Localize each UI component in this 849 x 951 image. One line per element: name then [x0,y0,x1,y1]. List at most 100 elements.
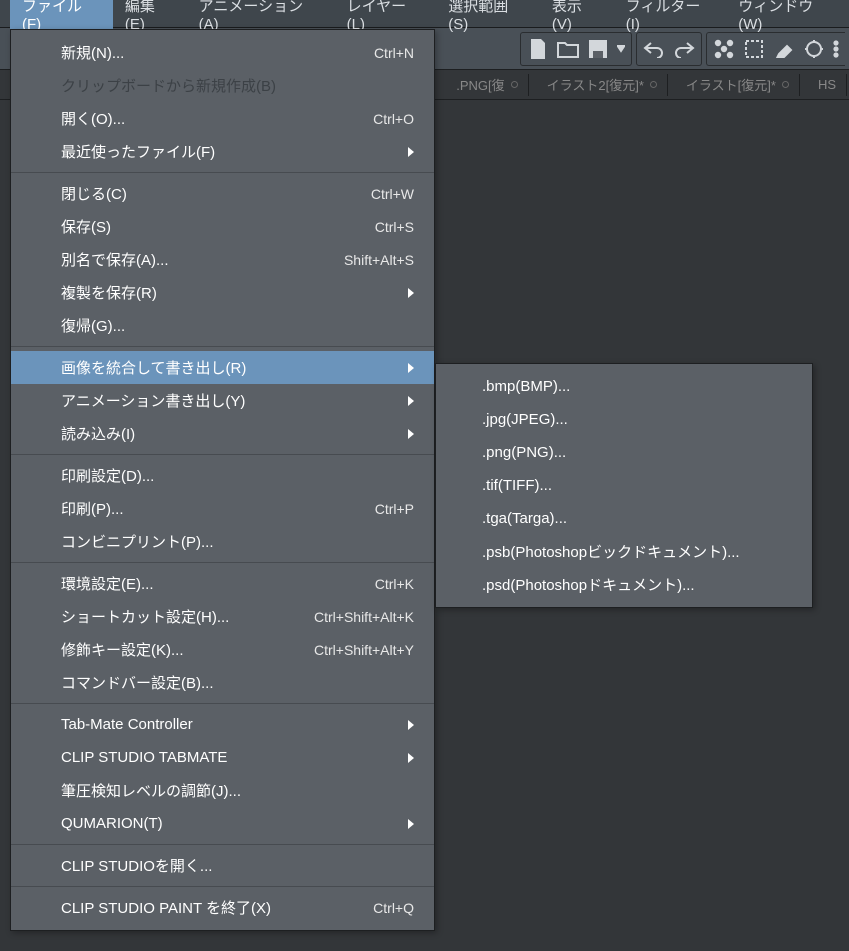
menu-item-label: 印刷設定(D)... [61,465,414,486]
menu-item[interactable]: 別名で保存(A)... Shift+Alt+S [11,243,434,276]
menu-item[interactable]: 最近使ったファイル(F) [11,135,434,168]
menu-item-label: 読み込み(I) [61,423,392,444]
menu-item[interactable]: 複製を保存(R) [11,276,434,309]
submenu-item[interactable]: .png(PNG)... [436,436,812,469]
menubar-item-6[interactable]: フィルター(I) [614,0,727,36]
menu-item-shortcut: Ctrl+W [371,186,414,202]
menu-item[interactable]: QUMARION(T) [11,807,434,840]
menu-separator [11,346,434,347]
tab-label: イラスト[復元]* [686,75,776,94]
eraser-icon[interactable] [769,34,799,64]
close-icon[interactable] [511,81,518,88]
document-tab-3[interactable]: HS [808,74,847,96]
menu-item-label: 新規(N)... [61,42,354,63]
menu-item[interactable]: コンビニプリント(P)... [11,525,434,558]
menu-separator [11,172,434,173]
menu-item[interactable]: 閉じる(C)Ctrl+W [11,177,434,210]
menu-item-shortcut: Ctrl+P [375,501,414,517]
toolbar-group-file [520,32,632,66]
menu-item[interactable]: コマンドバー設定(B)... [11,666,434,699]
menu-item[interactable]: 保存(S)Ctrl+S [11,210,434,243]
toolbar-group-ops [706,32,845,66]
menu-separator [11,886,434,887]
menu-item-label: 復帰(G)... [61,315,414,336]
menu-item-label: アニメーション書き出し(Y) [61,390,392,411]
menubar-item-4[interactable]: 選択範囲(S) [436,0,540,36]
menu-item[interactable]: 印刷設定(D)... [11,459,434,492]
menubar-item-5[interactable]: 表示(V) [540,0,614,36]
tab-label: .PNG[復 [456,75,504,94]
submenu-arrow-icon [408,720,414,730]
save-icon[interactable] [583,34,613,64]
submenu-item-label: .jpg(JPEG)... [482,411,792,428]
menu-item[interactable]: CLIP STUDIO TABMATE [11,741,434,774]
file-menu-dropdown: 新規(N)... Ctrl+N クリップボードから新規作成(B)開く(O)...Ct… [10,29,435,931]
submenu-arrow-icon [408,396,414,406]
submenu-item[interactable]: .psb(Photoshopビックドキュメント)... [436,535,812,568]
undo-icon[interactable] [639,34,669,64]
submenu-item[interactable]: .tif(TIFF)... [436,469,812,502]
menu-item[interactable]: 筆圧検知レベルの調節(J)... [11,774,434,807]
menu-item[interactable]: アニメーション書き出し(Y) [11,384,434,417]
menu-item-label: QUMARION(T) [61,815,392,832]
menu-item-label: 印刷(P)... [61,498,355,519]
menu-item[interactable]: CLIP STUDIOを開く... [11,849,434,882]
submenu-arrow-icon [408,288,414,298]
menu-item-label: 画像を統合して書き出し(R) [61,357,392,378]
open-icon[interactable] [553,34,583,64]
menu-item-label: 修飾キー設定(K)... [61,639,294,660]
nodes-icon[interactable] [709,34,739,64]
export-submenu: .bmp(BMP)... .jpg(JPEG)... .png(PNG)... .ti… [435,363,813,608]
menu-separator [11,844,434,845]
menu-item[interactable]: CLIP STUDIO PAINT を終了(X)Ctrl+Q [11,891,434,924]
menu-item-label: 筆圧検知レベルの調節(J)... [61,780,414,801]
menu-separator [11,703,434,704]
menu-item[interactable]: 画像を統合して書き出し(R) [11,351,434,384]
menu-item[interactable]: 新規(N)... Ctrl+N [11,36,434,69]
submenu-item[interactable]: .tga(Targa)... [436,502,812,535]
document-tab-1[interactable]: イラスト2[復元]* [537,74,668,96]
menu-item[interactable]: ショートカット設定(H)...Ctrl+Shift+Alt+K [11,600,434,633]
menu-item[interactable]: 印刷(P)... Ctrl+P [11,492,434,525]
menu-item-shortcut: Ctrl+Shift+Alt+K [314,609,414,625]
selection-icon[interactable] [739,34,769,64]
menu-item-label: CLIP STUDIO TABMATE [61,749,392,766]
new-icon[interactable] [523,34,553,64]
menu-separator [11,562,434,563]
menu-item: クリップボードから新規作成(B) [11,69,434,102]
menu-item[interactable]: 読み込み(I) [11,417,434,450]
toggle-arrow-icon[interactable] [613,34,629,64]
submenu-item-label: .bmp(BMP)... [482,378,792,395]
menu-item-label: Tab-Mate Controller [61,716,392,733]
submenu-arrow-icon [408,753,414,763]
menu-item-shortcut: Ctrl+K [375,576,414,592]
menu-item-shortcut: Ctrl+N [374,45,414,61]
menu-item[interactable]: 環境設定(E)...Ctrl+K [11,567,434,600]
menu-item-label: 最近使ったファイル(F) [61,141,392,162]
menubar: ファイル(F)編集(E)アニメーション(A)レイヤー(L)選択範囲(S)表示(V… [0,0,849,28]
menu-separator [11,454,434,455]
menu-item-label: CLIP STUDIOを開く... [61,855,414,876]
menu-item[interactable]: 修飾キー設定(K)...Ctrl+Shift+Alt+Y [11,633,434,666]
menu-item[interactable]: 復帰(G)... [11,309,434,342]
redo-icon[interactable] [669,34,699,64]
submenu-item-label: .psb(Photoshopビックドキュメント)... [482,541,792,562]
menu-item[interactable]: Tab-Mate Controller [11,708,434,741]
document-tab-0[interactable]: .PNG[復 [446,74,528,96]
submenu-item[interactable]: .jpg(JPEG)... [436,403,812,436]
submenu-item[interactable]: .bmp(BMP)... [436,370,812,403]
toolbar-group-undo [636,32,702,66]
close-icon[interactable] [782,81,789,88]
menu-item[interactable]: 開く(O)...Ctrl+O [11,102,434,135]
more-icon[interactable] [829,34,843,64]
submenu-arrow-icon [408,363,414,373]
menu-item-shortcut: Shift+Alt+S [344,252,414,268]
submenu-item[interactable]: .psd(Photoshopドキュメント)... [436,568,812,601]
submenu-item-label: .tif(TIFF)... [482,477,792,494]
menu-item-label: 別名で保存(A)... [61,249,324,270]
menubar-item-7[interactable]: ウィンドウ(W) [726,0,849,36]
transform-icon[interactable] [799,34,829,64]
close-icon[interactable] [650,81,657,88]
document-tab-2[interactable]: イラスト[復元]* [676,74,800,96]
menu-item-label: 保存(S) [61,216,355,237]
